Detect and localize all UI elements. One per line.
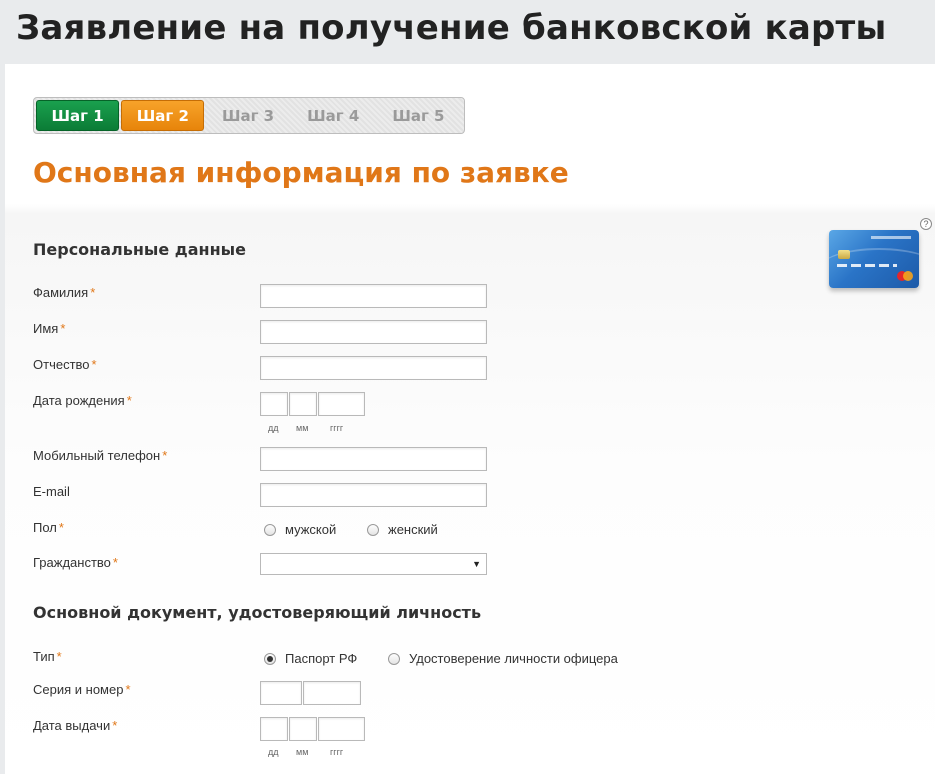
issue-month-input[interactable] xyxy=(289,717,317,741)
issue-year-input[interactable] xyxy=(318,717,365,741)
required-marker: * xyxy=(112,718,118,733)
series-number-label-text: Серия и номер xyxy=(33,682,124,697)
required-marker: * xyxy=(126,393,132,408)
birth-year-input[interactable] xyxy=(318,392,365,416)
required-marker: * xyxy=(60,321,66,336)
required-marker: * xyxy=(112,555,118,570)
gender-label-text: Пол xyxy=(33,520,57,535)
personal-data-title: Персональные данные xyxy=(33,240,246,259)
doc-type-passport-radio[interactable] xyxy=(264,652,276,665)
birth-day-hint: дд xyxy=(268,423,279,433)
issue-year-hint: гггг xyxy=(330,747,344,757)
required-marker: * xyxy=(125,682,131,697)
required-marker: * xyxy=(91,357,97,372)
section-title: Основная информация по заявке xyxy=(33,156,569,189)
gender-male-option[interactable]: мужской xyxy=(264,522,336,537)
email-input[interactable] xyxy=(260,483,487,507)
gender-male-label: мужской xyxy=(285,522,337,537)
mobile-label-text: Мобильный телефон xyxy=(33,448,161,463)
step-5: Шаг 5 xyxy=(392,106,445,125)
mobile-label: Мобильный телефон * xyxy=(33,448,167,463)
birth-day-input[interactable] xyxy=(260,392,288,416)
required-marker: * xyxy=(58,520,64,535)
patronymic-label-text: Отчество xyxy=(33,357,90,372)
gender-male-radio[interactable] xyxy=(264,523,276,536)
issue-day-hint: дд xyxy=(268,747,279,757)
required-marker: * xyxy=(56,649,62,664)
mobile-input[interactable] xyxy=(260,447,487,471)
email-label-text: E-mail xyxy=(33,484,70,499)
gender-female-option[interactable]: женский xyxy=(367,522,438,537)
patronymic-label: Отчество * xyxy=(33,357,97,372)
last-name-input[interactable] xyxy=(260,284,487,308)
issue-date-label-text: Дата выдачи xyxy=(33,718,111,733)
citizenship-label: Гражданство * xyxy=(33,555,118,570)
document-type-label: Тип * xyxy=(33,649,62,664)
page-title: Заявление на получение банковской карты xyxy=(16,8,887,48)
required-marker: * xyxy=(90,285,96,300)
doc-type-officer-radio[interactable] xyxy=(388,652,400,665)
doc-type-passport-label: Паспорт РФ xyxy=(285,651,358,666)
help-icon[interactable]: ? xyxy=(920,218,932,230)
document-series-input[interactable] xyxy=(260,681,302,705)
step-1[interactable]: Шаг 1 xyxy=(36,100,120,131)
step-2[interactable]: Шаг 2 xyxy=(121,100,205,131)
document-title: Основной документ, удостоверяющий личнос… xyxy=(33,603,482,622)
doc-type-officer-option[interactable]: Удостоверение личности офицера xyxy=(388,651,618,666)
first-name-input[interactable] xyxy=(260,320,487,344)
doc-type-officer-label: Удостоверение личности офицера xyxy=(409,651,618,666)
email-label: E-mail xyxy=(33,484,70,499)
patronymic-input[interactable] xyxy=(260,356,487,380)
last-name-label-text: Фамилия xyxy=(33,285,89,300)
gender-female-radio[interactable] xyxy=(367,523,379,536)
step-progress: Шаг 1 Шаг 2 Шаг 3 Шаг 4 Шаг 5 xyxy=(33,97,465,134)
issue-month-hint: мм xyxy=(296,747,309,757)
citizenship-select[interactable]: ▼ xyxy=(260,553,487,575)
document-type-label-text: Тип xyxy=(33,649,55,664)
first-name-label-text: Имя xyxy=(33,321,59,336)
birth-year-hint: гггг xyxy=(330,423,344,433)
series-number-label: Серия и номер * xyxy=(33,682,131,697)
card-chip-icon xyxy=(838,250,850,259)
chevron-down-icon: ▼ xyxy=(472,559,481,569)
birth-month-input[interactable] xyxy=(289,392,317,416)
bank-card-image xyxy=(829,230,919,288)
document-number-input[interactable] xyxy=(303,681,361,705)
birth-date-label-text: Дата рождения xyxy=(33,393,125,408)
issue-date-label: Дата выдачи * xyxy=(33,718,117,733)
gender-label: Пол * xyxy=(33,520,64,535)
citizenship-label-text: Гражданство xyxy=(33,555,111,570)
step-3: Шаг 3 xyxy=(221,106,275,125)
birth-month-hint: мм xyxy=(296,423,309,433)
gender-female-label: женский xyxy=(388,522,438,537)
last-name-label: Фамилия * xyxy=(33,285,95,300)
card-logo xyxy=(871,236,911,239)
mastercard-orange-circle xyxy=(903,271,913,281)
step-4: Шаг 4 xyxy=(307,106,360,125)
card-number-stripe xyxy=(837,264,897,267)
first-name-label: Имя * xyxy=(33,321,65,336)
required-marker: * xyxy=(162,448,168,463)
birth-date-label: Дата рождения * xyxy=(33,393,132,408)
doc-type-passport-option[interactable]: Паспорт РФ xyxy=(264,651,357,666)
issue-day-input[interactable] xyxy=(260,717,288,741)
